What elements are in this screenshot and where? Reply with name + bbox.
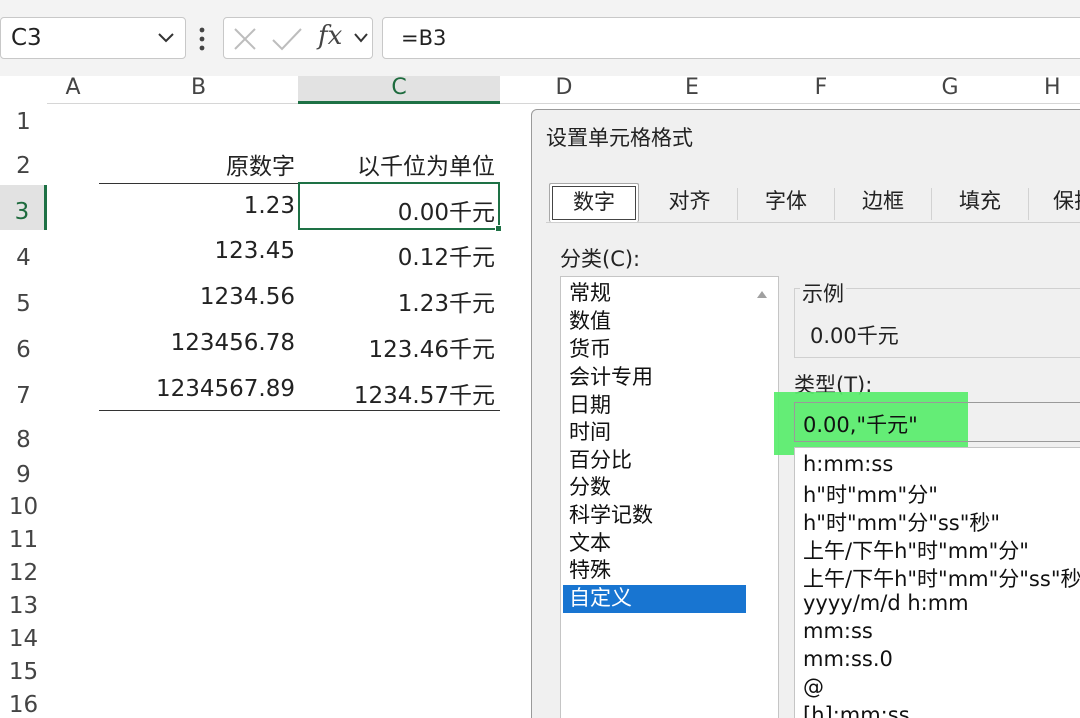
formula-text: =B3 [401, 26, 447, 50]
sample-label: 示例 [800, 278, 846, 308]
tabs-divider [546, 222, 1080, 223]
row-header-15[interactable]: 15 [0, 657, 47, 690]
row-header-6[interactable]: 6 [0, 322, 47, 368]
column-header-d[interactable]: D [500, 76, 628, 104]
row-header-16[interactable]: 16 [0, 690, 47, 718]
cell-c7[interactable]: 1234.57千元 [298, 376, 495, 410]
type-list-item[interactable]: h:mm:ss [803, 452, 893, 476]
confirm-icon[interactable] [271, 26, 303, 52]
category-item-text[interactable]: 文本 [563, 530, 746, 558]
type-input[interactable]: 0.00,"千元" [794, 402, 1080, 442]
formula-input[interactable]: =B3 [382, 17, 1080, 59]
cell-b5[interactable]: 1234.56 [99, 284, 295, 310]
row-header-5[interactable]: 5 [0, 276, 47, 322]
cell-b6[interactable]: 123456.78 [99, 330, 295, 356]
type-list-item[interactable]: mm:ss.0 [803, 647, 893, 671]
row-header-10[interactable]: 10 [0, 492, 47, 525]
type-list-item[interactable]: 上午/下午h"时"mm"分"ss"秒" [803, 563, 1080, 593]
category-item-accounting[interactable]: 会计专用 [563, 364, 746, 392]
type-list-item[interactable]: [h]:mm:ss [803, 703, 910, 718]
tab-protection[interactable]: 保护 [1029, 181, 1080, 223]
insert-function-icon[interactable]: fx [318, 21, 342, 51]
category-item-date[interactable]: 日期 [563, 392, 746, 420]
category-list[interactable]: 常规 数值 货币 会计专用 日期 时间 百分比 分数 科学记数 文本 特殊 自定… [560, 276, 779, 718]
cell-b4[interactable]: 123.45 [99, 238, 295, 264]
scroll-up-arrow-icon[interactable] [756, 289, 768, 299]
cell-b3[interactable]: 1.23 [99, 193, 295, 219]
select-all-corner[interactable] [0, 76, 47, 104]
category-item-time[interactable]: 时间 [563, 419, 746, 447]
name-box-value: C3 [11, 25, 42, 51]
column-header-e[interactable]: E [628, 76, 756, 104]
column-header-h[interactable]: H [1014, 76, 1080, 104]
type-list-item[interactable]: @ [803, 675, 824, 699]
cell-c4[interactable]: 0.12千元 [298, 238, 495, 272]
cell-b7[interactable]: 1234567.89 [99, 376, 295, 402]
tab-border[interactable]: 边框 [835, 181, 931, 223]
row-header-3[interactable]: 3 [0, 185, 47, 230]
fill-handle[interactable] [495, 225, 502, 232]
category-item-scientific[interactable]: 科学记数 [563, 502, 746, 530]
type-list-item[interactable]: yyyy/m/d h:mm [803, 591, 969, 615]
column-header-f[interactable]: F [756, 76, 886, 104]
row-header-14[interactable]: 14 [0, 624, 47, 657]
type-input-value: 0.00,"千元" [803, 413, 918, 437]
cell-c2-header[interactable]: 以千位为单位 [298, 147, 495, 181]
type-list-item[interactable]: h"时"mm"分"ss"秒" [803, 507, 1000, 537]
table-bottom-border [99, 410, 500, 411]
formula-buttons: fx [223, 17, 373, 59]
type-list[interactable]: h:mm:ss h"时"mm"分" h"时"mm"分"ss"秒" 上午/下午h"… [794, 447, 1080, 718]
more-options-icon[interactable] [195, 24, 209, 54]
row-header-1[interactable]: 1 [0, 104, 47, 141]
row-header-9[interactable]: 9 [0, 460, 47, 492]
cell-c5[interactable]: 1.23千元 [298, 284, 495, 318]
row-header-12[interactable]: 12 [0, 558, 47, 591]
format-cells-dialog: 设置单元格格式 数字 对齐 字体 边框 填充 保护 分类(C): 常规 数值 货… [531, 109, 1080, 718]
row-header-4[interactable]: 4 [0, 230, 47, 276]
tab-font[interactable]: 字体 [738, 181, 834, 223]
column-header-b[interactable]: B [99, 76, 298, 104]
cell-c6[interactable]: 123.46千元 [298, 330, 495, 364]
sample-value: 0.00千元 [810, 324, 899, 348]
row-header-7[interactable]: 7 [0, 368, 47, 414]
row-header-11[interactable]: 11 [0, 525, 47, 558]
active-cell-outline [298, 182, 500, 230]
category-item-fraction[interactable]: 分数 [563, 474, 746, 502]
category-item-custom[interactable]: 自定义 [563, 585, 746, 613]
category-label: 分类(C): [560, 247, 641, 271]
name-box[interactable]: C3 [0, 17, 186, 59]
cancel-icon[interactable] [232, 26, 258, 52]
row-header-2[interactable]: 2 [0, 141, 47, 185]
row-header-8[interactable]: 8 [0, 414, 47, 460]
formula-bar: C3 fx =B3 [0, 0, 1080, 76]
dialog-title: 设置单元格格式 [546, 126, 693, 150]
tab-fill[interactable]: 填充 [932, 181, 1028, 223]
chevron-down-icon[interactable] [158, 32, 174, 44]
category-item-number[interactable]: 数值 [563, 308, 746, 336]
category-item-general[interactable]: 常规 [563, 280, 746, 308]
category-item-currency[interactable]: 货币 [563, 336, 746, 364]
type-list-item[interactable]: mm:ss [803, 619, 873, 643]
column-header-c[interactable]: C [298, 76, 500, 104]
chevron-down-icon[interactable] [354, 32, 368, 44]
type-list-item[interactable]: 上午/下午h"时"mm"分" [803, 535, 1029, 565]
column-header-g[interactable]: G [886, 76, 1014, 104]
tab-alignment[interactable]: 对齐 [642, 181, 737, 223]
tab-number[interactable]: 数字 [549, 183, 639, 222]
category-item-percentage[interactable]: 百分比 [563, 447, 746, 475]
category-item-special[interactable]: 特殊 [563, 557, 746, 585]
row-header-13[interactable]: 13 [0, 591, 47, 624]
column-header-a[interactable]: A [47, 76, 99, 104]
cell-b2-header[interactable]: 原数字 [99, 147, 295, 181]
type-list-item[interactable]: h"时"mm"分" [803, 479, 938, 509]
